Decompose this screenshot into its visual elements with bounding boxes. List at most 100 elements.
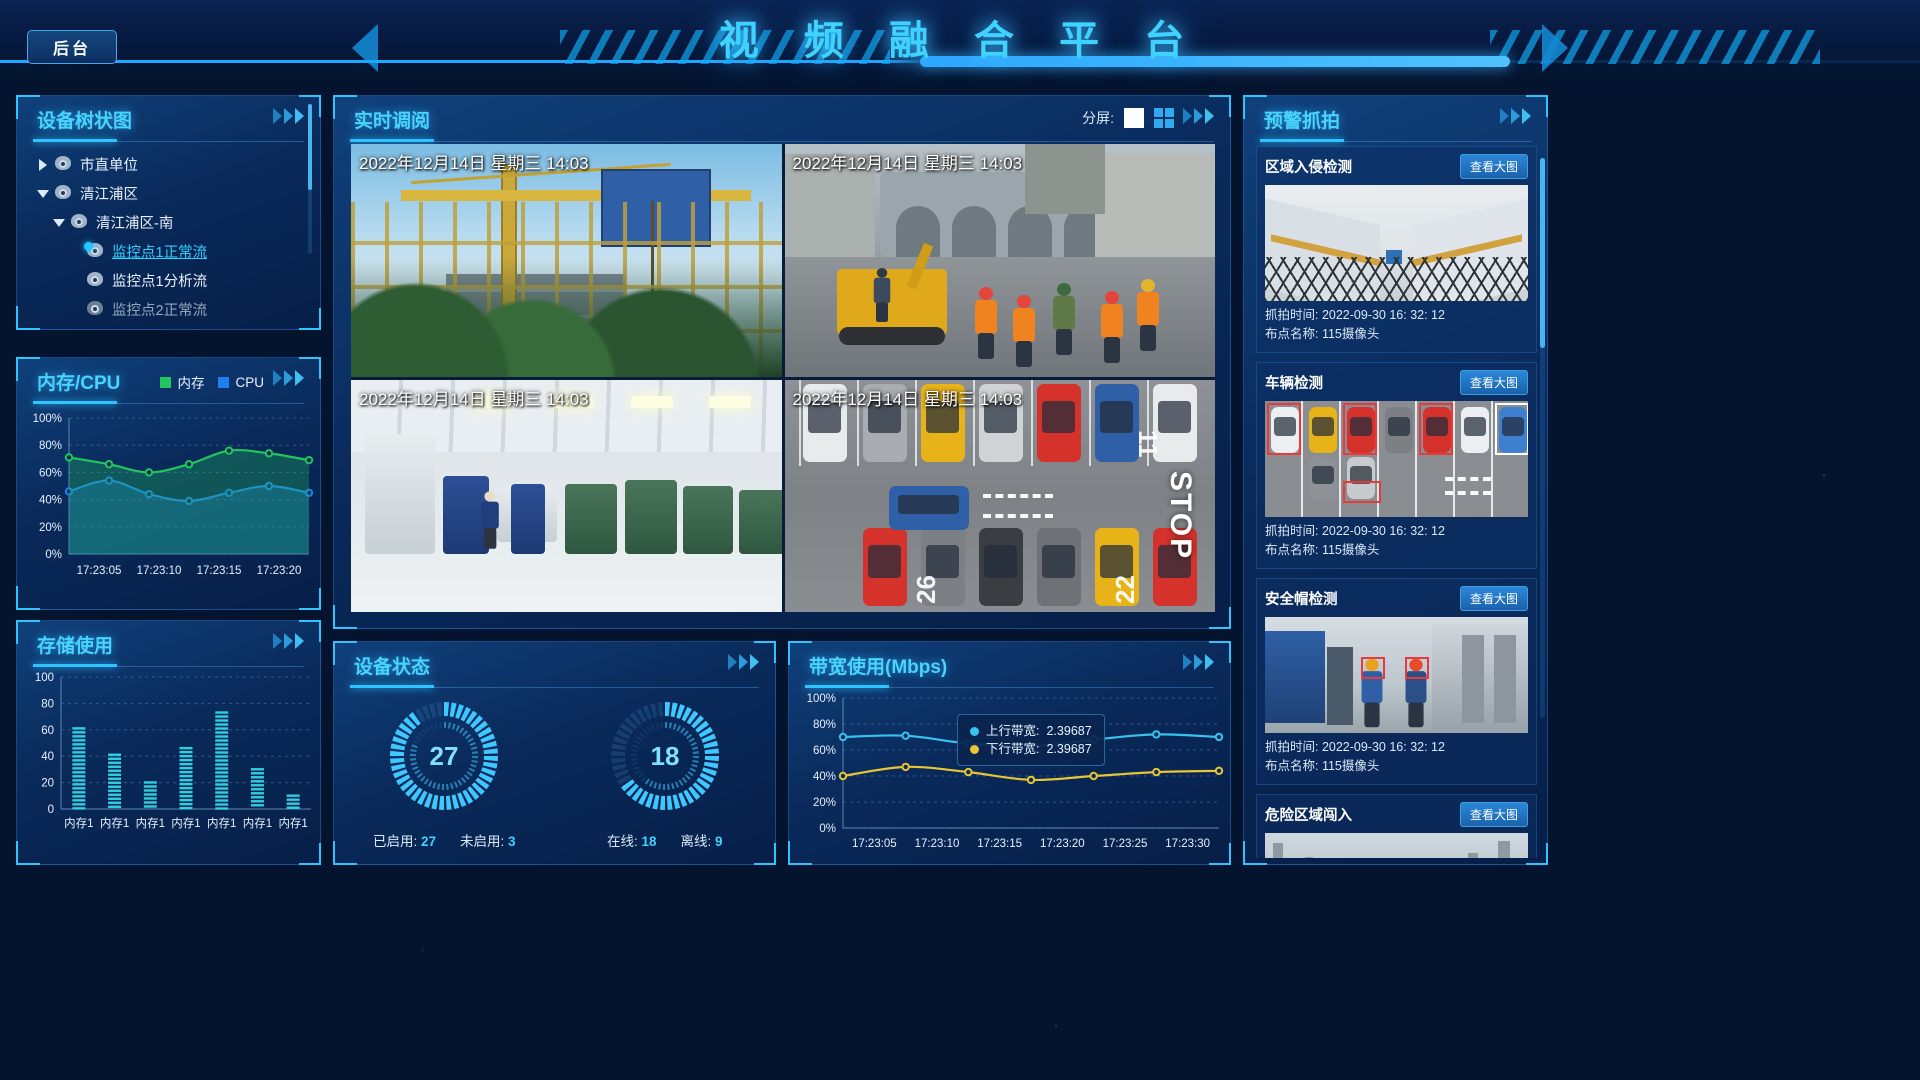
data-point [1089, 771, 1098, 781]
y-tick: 40 [41, 751, 54, 763]
tree-item-label: 监控点2正常流 [112, 303, 208, 319]
tree-item-5[interactable]: 监控点2正常流 [27, 295, 320, 324]
device-tree-title: 设备树状图 [37, 110, 133, 132]
alert-card-2[interactable]: 安全帽检测 查看大图 抓拍时间: 2022-09-30 16: 32: 12 布点名… [1256, 578, 1537, 785]
x-tick: 内存1 [207, 816, 236, 830]
view-large-image-button[interactable]: 查看大图 [1459, 802, 1528, 827]
bar-6 [286, 794, 300, 809]
alert-capture-title: 预警抓拍 [1264, 110, 1341, 132]
alert-point-name: 布点名称: 115摄像头 [1265, 759, 1380, 773]
stat-item: 已启用: 27 [373, 830, 436, 850]
storage-usage-header: 存储使用 [17, 621, 320, 667]
alert-card-3[interactable]: 危险区域闯入查看大图 抓拍时间: 2022-09-30 16: 32: 12布点… [1256, 794, 1537, 858]
y-tick: 40% [813, 771, 836, 783]
tree-item-2[interactable]: 清江浦区-南 [27, 208, 320, 237]
x-tick: 17:23:15 [977, 838, 1022, 850]
live-view-title: 实时调阅 [354, 110, 431, 132]
data-point [838, 771, 848, 781]
x-tick: 内存1 [278, 816, 307, 830]
tooltip-swatch [970, 744, 979, 754]
alert-card-title: 危险区域闯入 [1265, 808, 1352, 824]
gauge-value: 27 [430, 741, 459, 771]
video-cell-3[interactable]: 2022年12月14日 星期三 14:03 [351, 379, 782, 612]
device-status-more-arrows-icon[interactable] [728, 654, 759, 670]
tree-caret-icon[interactable] [49, 218, 69, 227]
y-tick: 0% [45, 549, 62, 561]
memory-cpu-header: 内存/CPU 内存 CPU [17, 358, 320, 404]
divider-highlight [350, 685, 434, 688]
bar-0 [72, 727, 86, 810]
storage-more-arrows-icon[interactable] [273, 633, 304, 649]
alert-capture-time: 抓拍时间: 2022-09-30 16: 32: 12 [1265, 308, 1445, 322]
split-single-button[interactable] [1124, 108, 1144, 128]
view-large-image-button[interactable]: 查看大图 [1459, 586, 1528, 611]
split-label: 分屏: [1082, 110, 1114, 126]
bar-5 [250, 768, 264, 807]
tooltip-label: 下行带宽: [986, 742, 1040, 756]
tooltip-swatch [970, 726, 979, 736]
tree-item-1[interactable]: 清江浦区 [27, 179, 320, 208]
data-point [1152, 730, 1161, 739]
stat-item: 在线: 18 [607, 830, 657, 850]
alert-card-list: 区域入侵检测 查看大图 抓拍时间: 2022-09-30 16: 32: 12 布点… [1256, 146, 1537, 858]
memory-cpu-title: 内存/CPU [37, 372, 121, 394]
alert-list-scrollbar[interactable] [1540, 158, 1545, 718]
split-quad-button[interactable] [1154, 108, 1174, 128]
x-tick: 17:23:05 [852, 838, 897, 850]
alert-snapshot-helmet-workers[interactable] [1265, 617, 1528, 733]
page-title: 视 频 融 合 平 台 [718, 19, 1202, 63]
x-tick: 内存1 [243, 816, 272, 830]
device-status-gauges: 27 18 [334, 690, 775, 822]
alert-snapshot-factory-yard[interactable] [1265, 185, 1528, 301]
camera-icon [53, 184, 73, 203]
x-tick: 内存1 [64, 816, 93, 830]
memory-cpu-more-arrows-icon[interactable] [273, 370, 304, 386]
scene-parking-lot: 26 22 11 STOP [784, 379, 1215, 612]
video-cell-2[interactable]: 2022年12月14日 星期三 14:03 [784, 144, 1215, 377]
video-cell-1[interactable]: 2022年12月14日 星期三 14:03 [351, 144, 782, 377]
video-cell-4[interactable]: 26 22 11 STOP 2022年12月14日 星期三 14:03 [784, 379, 1215, 612]
alert-card-title: 车辆检测 [1265, 376, 1323, 392]
alert-capture-panel: 预警抓拍 区域入侵检测 查看大图 抓拍时间: 2022-09-30 16: 32:… [1243, 95, 1548, 865]
alert-card-1[interactable]: 车辆检测 查看大图 抓拍时间: 2022-09-30 16: 32: 12 布点名称… [1256, 362, 1537, 569]
alert-snapshot-industrial-site[interactable] [1265, 833, 1528, 858]
bandwidth-more-arrows-icon[interactable] [1183, 654, 1214, 670]
alert-card-header: 安全帽检测 查看大图 [1265, 586, 1528, 611]
y-tick: 0% [819, 823, 836, 835]
data-point [144, 468, 154, 477]
alert-snapshot-parking-topdown[interactable] [1265, 401, 1528, 517]
tree-item-0[interactable]: 市直单位 [27, 150, 320, 179]
legend-item-1: CPU [218, 375, 264, 390]
alert-capture-more-arrows-icon[interactable] [1500, 108, 1531, 124]
stat-item: 未启用: 3 [460, 830, 516, 850]
tooltip-value: 2.39687 [1046, 742, 1092, 756]
tooltip-value: 2.39687 [1046, 724, 1092, 738]
stat-value: 3 [508, 834, 516, 849]
data-point [964, 767, 973, 777]
view-large-image-button[interactable]: 查看大图 [1459, 370, 1528, 395]
tree-item-4[interactable]: 监控点1分析流 [27, 266, 320, 295]
alert-card-0[interactable]: 区域入侵检测 查看大图 抓拍时间: 2022-09-30 16: 32: 12 布点… [1256, 146, 1537, 353]
data-point [1214, 766, 1224, 776]
bandwidth-tooltip: 上行带宽: 2.39687 下行带宽: 2.39687 [957, 714, 1105, 766]
stat-value: 27 [420, 834, 436, 849]
tree-item-3[interactable]: 监控点1正常流 [27, 237, 320, 266]
stat-label: 离线: [680, 834, 716, 849]
legend-swatch [218, 376, 230, 388]
alert-capture-time: 抓拍时间: 2022-09-30 16: 32: 12 [1265, 524, 1445, 538]
device-tree-more-arrows-icon[interactable] [273, 108, 304, 124]
camera-icon [85, 271, 105, 290]
data-point [304, 455, 314, 465]
video-timestamp-4: 2022年12月14日 星期三 14:03 [792, 389, 1023, 409]
device-tree-panel: 设备树状图 市直单位 清江浦区 清江浦区-南 监控点1正常流 监控点1分析流监控点2正常… [16, 95, 321, 330]
y-tick: 100 [35, 672, 54, 684]
data-point [1152, 767, 1161, 777]
data-point [184, 460, 194, 469]
back-button[interactable]: 后台 [27, 30, 117, 64]
live-view-more-arrows-icon[interactable] [1183, 108, 1214, 124]
tree-caret-icon[interactable] [33, 158, 53, 171]
tree-caret-icon[interactable] [33, 189, 53, 198]
device-tree-scrollbar[interactable] [308, 104, 312, 254]
camera-icon [84, 241, 105, 261]
view-large-image-button[interactable]: 查看大图 [1459, 154, 1528, 179]
